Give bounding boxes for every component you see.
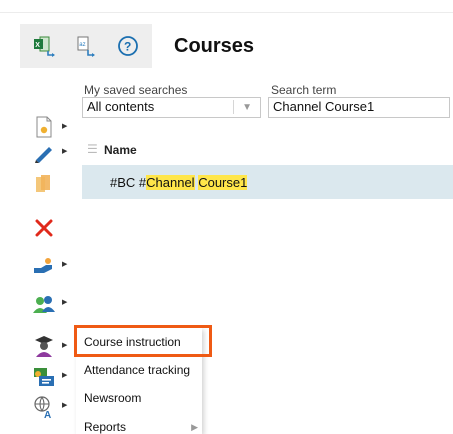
caret-right-icon[interactable]: ▶	[62, 261, 68, 269]
svg-text:X: X	[35, 42, 40, 49]
chevron-down-icon[interactable]: ▼	[242, 100, 252, 116]
saved-searches-select[interactable]: All contents ▼	[82, 97, 261, 118]
help-icon[interactable]: ?	[115, 34, 141, 58]
menu-item-newsroom[interactable]: Newsroom	[84, 391, 141, 405]
saved-searches-label: My saved searches	[84, 83, 188, 97]
contact-card-icon[interactable]	[30, 364, 58, 390]
match-highlight: Channel	[146, 175, 195, 190]
graduate-icon[interactable]	[30, 333, 58, 359]
caret-right-icon[interactable]: ▶	[62, 148, 68, 156]
delete-icon[interactable]	[30, 215, 58, 241]
result-name[interactable]: #BC #Channel Course1	[110, 175, 248, 190]
svg-text:az: az	[79, 42, 85, 48]
caret-right-icon[interactable]: ▶	[62, 342, 68, 350]
result-prefix: #BC #	[110, 175, 147, 190]
match-highlight: Course1	[198, 175, 248, 190]
caret-right-icon[interactable]: ▶	[62, 402, 68, 410]
caret-right-icon[interactable]: ▶	[62, 299, 68, 307]
select-divider	[233, 100, 234, 114]
excel-export-icon[interactable]: X	[32, 34, 58, 58]
menu-item-attendance-tracking[interactable]: Attendance tracking	[84, 363, 190, 377]
top-divider	[0, 12, 453, 13]
edit-pencil-icon[interactable]	[30, 140, 58, 166]
saved-searches-value: All contents	[87, 99, 155, 114]
column-name-label[interactable]: Name	[104, 143, 137, 157]
az-export-icon[interactable]: az	[74, 34, 100, 58]
menu-item-reports[interactable]: Reports	[84, 420, 126, 434]
caret-right-icon[interactable]: ▶	[62, 123, 68, 131]
users-group-icon[interactable]	[30, 291, 58, 317]
column-header	[82, 131, 453, 165]
hand-share-icon[interactable]	[30, 253, 58, 279]
new-document-icon[interactable]	[30, 114, 58, 140]
svg-text:A: A	[44, 410, 51, 419]
search-term-input[interactable]: Channel Course1	[268, 97, 450, 118]
callout-highlight-box	[74, 325, 212, 357]
svg-text:?: ?	[124, 40, 131, 54]
globe-language-icon[interactable]: A	[30, 394, 58, 420]
submenu-arrow-icon: ▶	[191, 422, 198, 432]
page-title: Courses	[174, 35, 255, 57]
copy-icon[interactable]	[30, 171, 58, 197]
column-menu-icon[interactable]: ☰	[87, 142, 98, 156]
caret-right-icon[interactable]: ▶	[62, 372, 68, 380]
search-term-label: Search term	[271, 83, 337, 97]
